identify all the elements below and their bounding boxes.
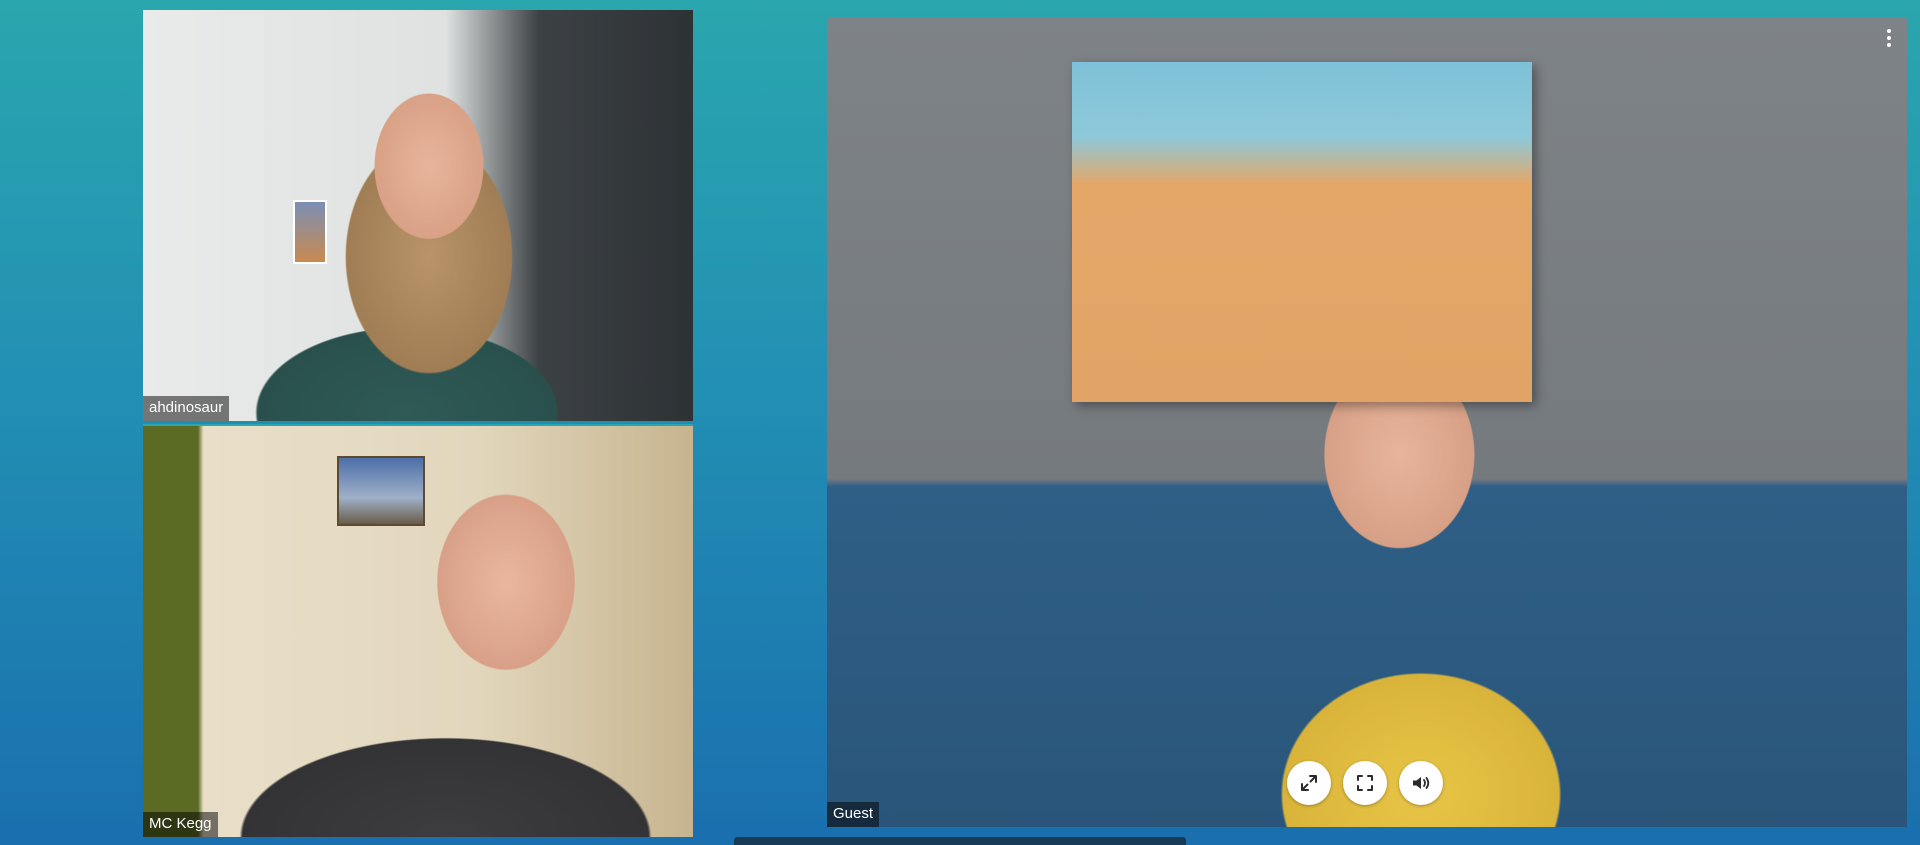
background-wall-picture <box>293 200 327 264</box>
video-tile-ahdinosaur[interactable]: ahdinosaur <box>143 8 693 421</box>
volume-icon <box>1413 777 1430 789</box>
background-wall-painting <box>1072 62 1532 402</box>
background-wall-picture <box>337 456 425 526</box>
expand-button[interactable] <box>1287 761 1331 805</box>
fullscreen-icon <box>1357 775 1373 791</box>
participant-name-tag: ahdinosaur <box>143 396 230 421</box>
expand-diagonal-icon <box>1301 775 1317 791</box>
participant-name-tag: MC Kegg <box>143 812 218 837</box>
tile-controls <box>1287 761 1443 805</box>
toolbar-handle[interactable] <box>734 837 1186 845</box>
video-tile-mc-kegg[interactable]: MC Kegg <box>143 424 693 837</box>
fullscreen-button[interactable] <box>1343 761 1387 805</box>
participant-name-tag: Guest <box>827 802 880 827</box>
video-tile-guest-main[interactable]: Guest <box>827 17 1907 827</box>
volume-button[interactable] <box>1399 761 1443 805</box>
more-vertical-icon[interactable] <box>1881 27 1897 49</box>
